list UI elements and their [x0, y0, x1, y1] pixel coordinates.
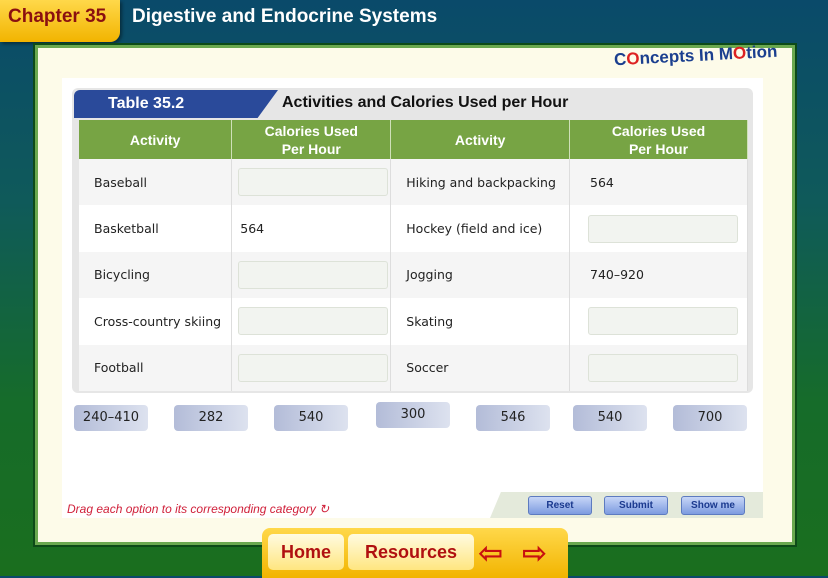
activity-name: Hockey (field and ice)	[390, 205, 570, 252]
drop-cell	[569, 298, 748, 345]
drop-target[interactable]	[238, 168, 389, 197]
activity-name: Bicycling	[79, 251, 233, 299]
activity-name: Soccer	[390, 344, 570, 391]
drop-cell	[231, 159, 392, 206]
activity-name: Skating	[390, 298, 570, 345]
draggable-option[interactable]: 540	[274, 405, 348, 431]
activity-name: Jogging	[390, 251, 570, 299]
calorie-value: 564	[231, 205, 392, 252]
drop-target[interactable]	[238, 307, 389, 336]
activity-name: Hiking and backpacking	[390, 159, 570, 206]
table-row: Basketball 564 Hockey (field and ice)	[79, 205, 748, 252]
activity-name: Football	[79, 344, 233, 391]
drop-cell	[569, 344, 748, 391]
show-me-button[interactable]: Show me	[681, 496, 745, 515]
submit-button[interactable]: Submit	[604, 496, 668, 515]
drop-target[interactable]	[588, 214, 738, 243]
calorie-value: 564	[569, 159, 748, 206]
drop-cell	[569, 205, 748, 252]
home-button[interactable]: Home	[268, 534, 344, 570]
activity-name: Cross-country skiing	[79, 298, 233, 345]
activity-name: Basketball	[79, 205, 233, 252]
drop-cell	[231, 298, 392, 345]
column-header: Activity	[79, 120, 233, 159]
table-row: Cross-country skiing Skating	[79, 298, 748, 345]
table-row: Football Soccer	[79, 344, 748, 391]
table-row: Bicycling Jogging 740–920	[79, 251, 748, 299]
calories-table: Activity Calories Used Per Hour Activity…	[79, 120, 748, 391]
drop-target[interactable]	[238, 353, 389, 382]
column-header: Activity	[390, 120, 570, 159]
drop-target[interactable]	[238, 260, 389, 289]
reset-button[interactable]: Reset	[528, 496, 592, 515]
drop-target[interactable]	[588, 307, 738, 336]
drop-cell	[231, 344, 392, 391]
resources-button[interactable]: Resources	[348, 534, 474, 570]
draggable-option[interactable]: 546	[476, 405, 550, 431]
back-arrow-icon[interactable]: ⇦	[478, 536, 503, 571]
table-label: Table 35.2	[74, 90, 278, 118]
table-title: Activities and Calories Used per Hour	[282, 94, 569, 111]
draggable-option[interactable]: 240–410	[74, 405, 148, 431]
chapter-label: Chapter 35	[0, 0, 120, 42]
drop-target[interactable]	[588, 353, 738, 382]
draggable-option[interactable]: 300	[376, 402, 450, 428]
draggable-option[interactable]: 700	[673, 405, 747, 431]
page-title: Digestive and Endocrine Systems	[132, 6, 438, 27]
draggable-option[interactable]: 540	[573, 405, 647, 431]
loop-arrow-icon: ↻	[319, 502, 330, 516]
table-row: Baseball Hiking and backpacking 564	[79, 159, 748, 206]
column-header: Calories Used Per Hour	[231, 120, 392, 159]
instruction-text: Drag each option to its corresponding ca…	[67, 502, 329, 516]
instruction-label: Drag each option to its corresponding ca…	[67, 502, 316, 516]
drop-cell	[231, 251, 392, 299]
draggable-option[interactable]: 282	[174, 405, 248, 431]
column-header: Calories Used Per Hour	[569, 120, 748, 159]
calorie-value: 740–920	[569, 251, 748, 299]
activity-name: Baseball	[79, 159, 233, 206]
forward-arrow-icon[interactable]: ⇨	[522, 536, 547, 571]
